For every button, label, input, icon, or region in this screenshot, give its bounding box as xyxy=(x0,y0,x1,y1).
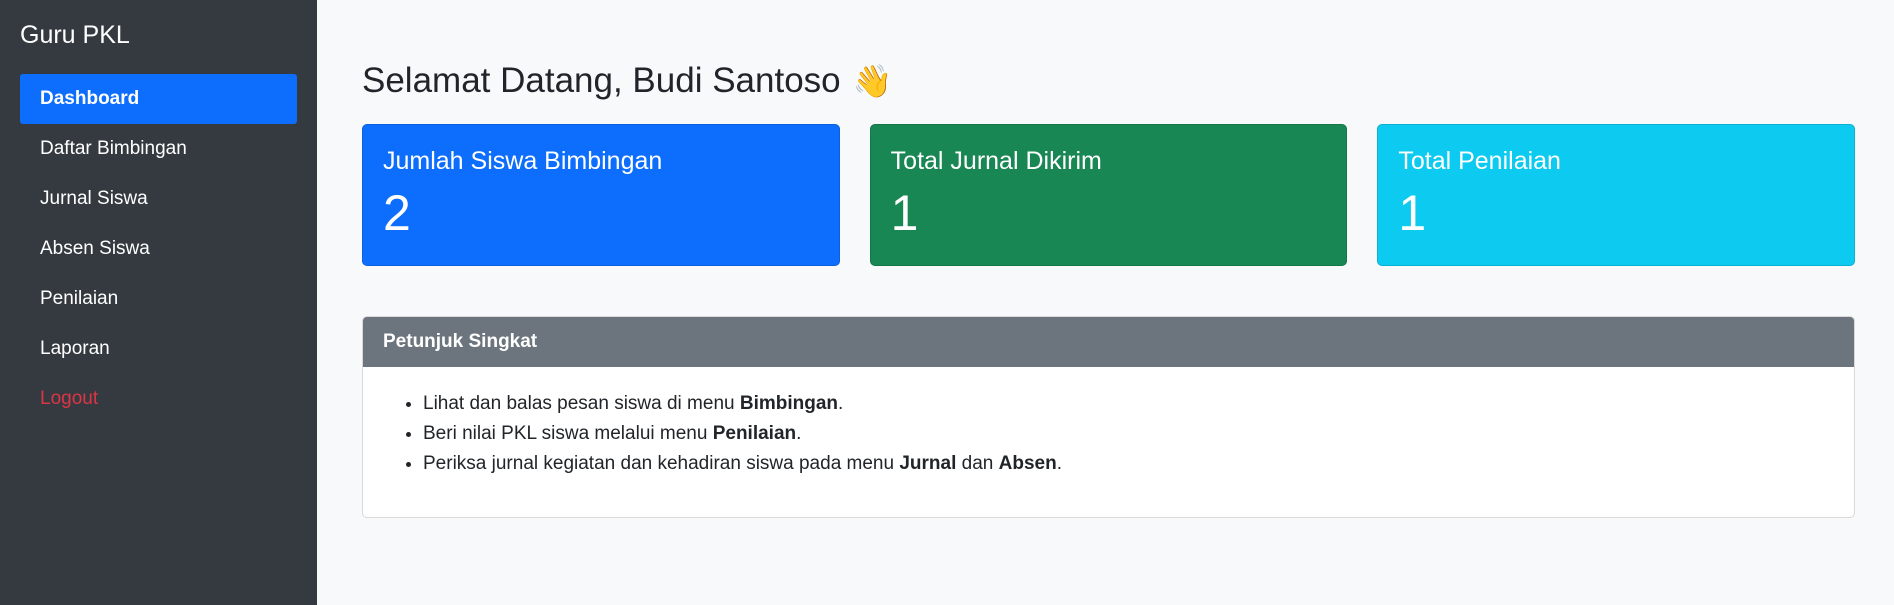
instructions-panel: Petunjuk Singkat Lihat dan balas pesan s… xyxy=(362,316,1855,518)
sidebar: Guru PKL Dashboard Daftar Bimbingan Jurn… xyxy=(0,0,317,605)
page-title: Selamat Datang, Budi Santoso 👋 xyxy=(362,58,1855,104)
sidebar-item-jurnal-siswa[interactable]: Jurnal Siswa xyxy=(20,174,297,224)
card-total-jurnal: Total Jurnal Dikirim 1 xyxy=(869,124,1348,266)
main-content: Selamat Datang, Budi Santoso 👋 Jumlah Si… xyxy=(317,0,1894,605)
list-item: Beri nilai PKL siswa melalui menu Penila… xyxy=(423,419,1834,449)
list-item: Lihat dan balas pesan siswa di menu Bimb… xyxy=(423,389,1834,419)
sidebar-item-logout[interactable]: Logout xyxy=(20,374,297,424)
card-title: Total Jurnal Dikirim xyxy=(890,147,1102,175)
card-title: Jumlah Siswa Bimbingan xyxy=(383,147,663,175)
card-value: 1 xyxy=(890,185,919,241)
waving-hand-icon: 👋 xyxy=(852,63,893,99)
stats-cards: Jumlah Siswa Bimbingan 2 Total Jurnal Di… xyxy=(362,124,1856,266)
card-title: Total Penilaian xyxy=(1398,147,1561,175)
card-jumlah-siswa: Jumlah Siswa Bimbingan 2 xyxy=(362,124,840,266)
sidebar-nav: Dashboard Daftar Bimbingan Jurnal Siswa … xyxy=(20,74,297,424)
sidebar-item-daftar-bimbingan[interactable]: Daftar Bimbingan xyxy=(20,124,297,174)
instructions-list: Lihat dan balas pesan siswa di menu Bimb… xyxy=(383,389,1834,479)
sidebar-item-penilaian[interactable]: Penilaian xyxy=(20,274,297,324)
brand-title: Guru PKL xyxy=(20,21,130,49)
card-value: 2 xyxy=(383,185,411,241)
list-item: Periksa jurnal kegiatan dan kehadiran si… xyxy=(423,449,1834,479)
panel-body: Lihat dan balas pesan siswa di menu Bimb… xyxy=(363,367,1854,499)
sidebar-item-absen-siswa[interactable]: Absen Siswa xyxy=(20,224,297,274)
card-value: 1 xyxy=(1398,185,1427,241)
panel-header: Petunjuk Singkat xyxy=(363,317,1854,367)
page-title-text: Selamat Datang, Budi Santoso xyxy=(362,61,841,100)
sidebar-item-dashboard[interactable]: Dashboard xyxy=(20,74,297,124)
sidebar-item-laporan[interactable]: Laporan xyxy=(20,324,297,374)
card-total-penilaian: Total Penilaian 1 xyxy=(1377,124,1856,266)
